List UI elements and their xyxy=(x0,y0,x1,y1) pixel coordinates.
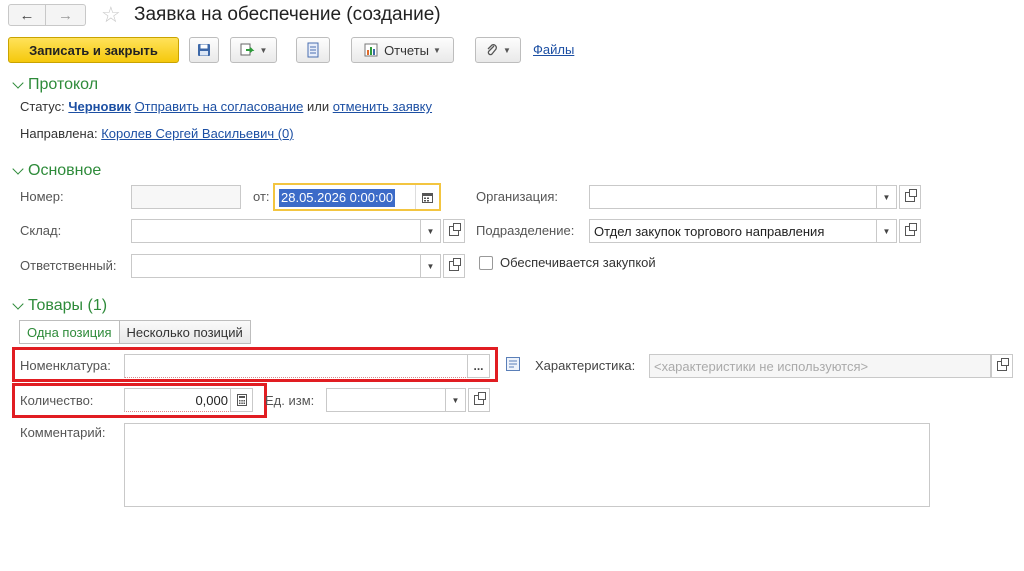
page-title: Заявка на обеспечение (создание) xyxy=(134,4,441,25)
section-goods-title: Товары (1) xyxy=(28,297,108,314)
nomenclature-select-button[interactable]: ... xyxy=(468,354,490,378)
quantity-label: Количество: xyxy=(20,393,94,408)
date-value: 28.05.2026 0:00:00 xyxy=(279,189,396,207)
unit-dropdown-icon[interactable]: ▼ xyxy=(446,388,466,412)
calculator-icon[interactable] xyxy=(231,388,253,412)
send-for-approval-link[interactable]: Отправить на согласование xyxy=(135,99,304,114)
number-field[interactable] xyxy=(131,185,241,209)
nomenclature-field[interactable] xyxy=(124,354,468,378)
responsible-open-icon[interactable] xyxy=(443,254,465,278)
date-from-label: от: xyxy=(253,189,270,204)
department-open-icon[interactable] xyxy=(899,219,921,243)
attachments-button[interactable]: ▼ xyxy=(475,37,521,63)
arrow-left-icon: ← xyxy=(19,6,35,24)
cancel-request-link[interactable]: отменить заявку xyxy=(333,99,432,114)
organization-open-icon[interactable] xyxy=(899,185,921,209)
section-protocol-header[interactable]: Протокол xyxy=(12,76,98,94)
or-text: или xyxy=(306,99,330,114)
reports-button[interactable]: Отчеты ▼ xyxy=(351,37,454,63)
files-link[interactable]: Файлы xyxy=(533,42,574,57)
create-based-on-icon xyxy=(240,43,254,56)
comment-label: Комментарий: xyxy=(20,425,106,440)
chevron-down-icon xyxy=(12,297,24,310)
unit-open-icon[interactable] xyxy=(468,388,490,412)
characteristic-field[interactable]: <характеристики не используются> xyxy=(649,354,991,378)
status-value-link[interactable]: Черновик xyxy=(68,99,131,114)
warehouse-field[interactable] xyxy=(131,219,421,243)
chevron-down-icon: ▼ xyxy=(259,45,268,55)
date-field[interactable]: 28.05.2026 0:00:00 xyxy=(273,183,441,211)
organization-field[interactable] xyxy=(589,185,877,209)
warehouse-open-icon[interactable] xyxy=(443,219,465,243)
favorite-star-icon[interactable]: ☆ xyxy=(101,2,121,28)
back-button[interactable]: ← xyxy=(8,4,46,26)
chevron-down-icon xyxy=(12,76,24,89)
responsible-dropdown-icon[interactable]: ▼ xyxy=(421,254,441,278)
department-dropdown-icon[interactable]: ▼ xyxy=(877,219,897,243)
procurement-label: Обеспечивается закупкой xyxy=(500,255,656,270)
comment-textarea[interactable] xyxy=(124,423,930,507)
section-main-title: Основное xyxy=(28,162,102,179)
tab-multiple-positions[interactable]: Несколько позиций xyxy=(119,320,251,344)
department-label: Подразделение: xyxy=(476,223,575,238)
responsible-label: Ответственный: xyxy=(20,258,117,273)
chevron-down-icon: ▼ xyxy=(503,45,511,55)
chevron-down-icon: ▼ xyxy=(433,45,441,55)
warehouse-label: Склад: xyxy=(20,223,62,238)
create-based-on-button[interactable]: ▼ xyxy=(230,37,277,63)
unit-field[interactable] xyxy=(326,388,446,412)
sent-to-label: Направлена: xyxy=(20,126,98,141)
structure-button[interactable] xyxy=(296,37,330,63)
department-field[interactable]: Отдел закупок торгового направления xyxy=(589,219,877,243)
paperclip-icon xyxy=(487,44,497,56)
report-chart-icon xyxy=(364,43,378,57)
section-main-header[interactable]: Основное xyxy=(12,162,101,180)
characteristic-open-icon[interactable] xyxy=(991,354,1013,378)
nomenclature-label: Номенклатура: xyxy=(20,358,111,373)
responsible-field[interactable] xyxy=(131,254,421,278)
reports-label: Отчеты xyxy=(384,42,429,58)
organization-dropdown-icon[interactable]: ▼ xyxy=(877,185,897,209)
nomenclature-card-icon[interactable] xyxy=(506,357,520,374)
characteristic-label: Характеристика: xyxy=(535,358,636,373)
sent-to-link[interactable]: Королев Сергей Васильевич (0) xyxy=(101,126,293,141)
unit-label: Ед. изм: xyxy=(265,393,315,408)
section-goods-header[interactable]: Товары (1) xyxy=(12,297,107,315)
save-and-close-button[interactable]: Записать и закрыть xyxy=(8,37,179,63)
status-label: Статус: xyxy=(20,99,65,114)
tab-single-position[interactable]: Одна позиция xyxy=(19,320,120,344)
warehouse-dropdown-icon[interactable]: ▼ xyxy=(421,219,441,243)
floppy-disk-icon xyxy=(198,44,210,56)
organization-label: Организация: xyxy=(476,189,559,204)
procurement-checkbox[interactable] xyxy=(479,256,493,270)
arrow-right-icon: → xyxy=(58,6,73,24)
chevron-down-icon xyxy=(12,162,24,175)
quantity-field[interactable]: 0,000 xyxy=(124,388,231,412)
number-label: Номер: xyxy=(20,189,64,204)
section-protocol-title: Протокол xyxy=(28,76,99,93)
list-document-icon xyxy=(307,42,319,58)
calendar-icon[interactable] xyxy=(415,185,439,209)
save-button[interactable] xyxy=(189,37,219,63)
forward-button[interactable]: → xyxy=(46,4,86,26)
goods-tabs: Одна позиция Несколько позиций xyxy=(19,320,251,344)
